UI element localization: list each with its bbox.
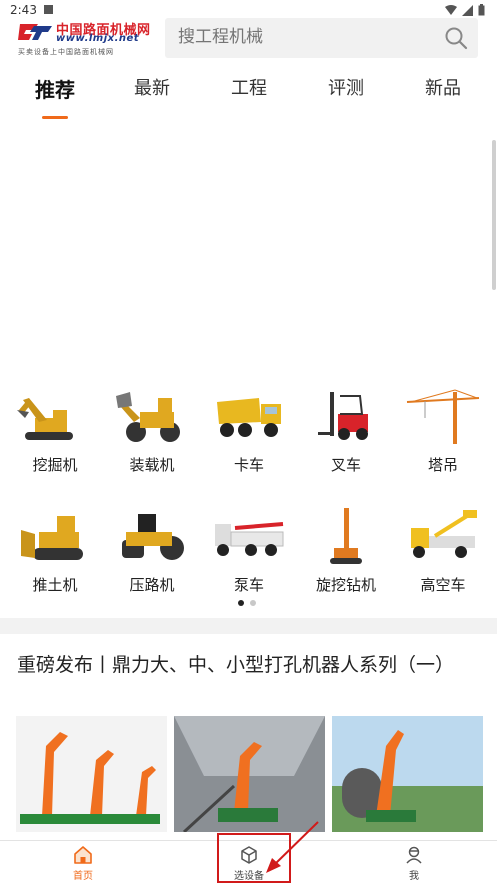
article-image-3[interactable]	[332, 716, 483, 832]
home-icon	[74, 846, 92, 864]
scrollbar[interactable]	[492, 140, 496, 290]
forklift-icon	[318, 392, 368, 440]
tab-latest[interactable]: 最新	[117, 74, 187, 100]
wifi-icon	[445, 4, 457, 15]
category-aerial-platform[interactable]: 高空车	[395, 508, 491, 595]
site-logo[interactable]: 中国路面机械网 www.lmjx.net 买卖设备上中国路面机械网	[18, 20, 158, 58]
active-tab-indicator	[42, 116, 68, 119]
category-label: 挖掘机	[32, 456, 78, 474]
category-label: 装载机	[129, 456, 175, 474]
search-bar[interactable]	[165, 18, 478, 58]
category-label: 塔吊	[427, 456, 458, 474]
annotation-highlight-box	[217, 833, 291, 883]
tab-new-products[interactable]: 新品	[408, 74, 478, 100]
article-title[interactable]: 重磅发布丨鼎力大、中、小型打孔机器人系列（一）	[17, 652, 487, 678]
tab-review[interactable]: 评测	[311, 74, 381, 100]
category-label: 推土机	[32, 576, 78, 594]
category-loader[interactable]: 装载机	[104, 388, 200, 475]
category-label: 卡车	[233, 456, 264, 474]
logo-mark-icon	[18, 24, 52, 40]
nav-label: 我	[409, 871, 419, 882]
road-roller-icon	[122, 514, 184, 560]
category-pump-truck[interactable]: 泵车	[201, 508, 297, 595]
status-bar: 2:43	[0, 0, 497, 20]
aerial-platform-icon	[411, 510, 477, 558]
category-label: 泵车	[233, 576, 264, 594]
search-icon[interactable]	[444, 26, 468, 50]
logo-url: www.lmjx.net	[56, 33, 140, 44]
pump-truck-icon	[215, 522, 284, 556]
category-truck[interactable]: 卡车	[201, 388, 297, 475]
category-label: 叉车	[330, 456, 361, 474]
user-icon	[406, 846, 422, 864]
category-label: 压路机	[129, 576, 175, 594]
tab-recommend[interactable]: 推荐	[20, 74, 90, 103]
category-rotary-drill[interactable]: 旋挖钻机	[298, 508, 394, 595]
category-road-roller[interactable]: 压路机	[104, 508, 200, 595]
category-tabs: 推荐 最新 工程 评测 新品	[0, 68, 497, 124]
status-icons	[445, 4, 485, 16]
logo-slogan: 买卖设备上中国路面机械网	[18, 48, 114, 56]
notification-icon	[44, 5, 53, 14]
tower-crane-icon	[406, 389, 480, 444]
nav-label: 首页	[73, 871, 93, 882]
search-input[interactable]	[178, 27, 428, 47]
section-divider	[0, 618, 497, 634]
category-tower-crane[interactable]: 塔吊	[395, 388, 491, 475]
nav-home[interactable]: 首页	[43, 845, 123, 882]
article-image-1[interactable]	[16, 716, 167, 832]
category-forklift[interactable]: 叉车	[298, 388, 394, 475]
battery-icon	[478, 4, 485, 16]
article-image-2[interactable]	[174, 716, 325, 832]
category-excavator[interactable]: 挖掘机	[7, 388, 103, 475]
tab-engineering[interactable]: 工程	[214, 74, 284, 100]
dump-truck-icon	[217, 398, 281, 437]
header: 中国路面机械网 www.lmjx.net 买卖设备上中国路面机械网	[0, 18, 497, 60]
rotary-drill-icon	[330, 508, 362, 564]
category-label: 旋挖钻机	[315, 576, 376, 594]
category-bulldozer[interactable]: 推土机	[7, 508, 103, 595]
status-time: 2:43	[10, 3, 37, 17]
nav-me[interactable]: 我	[374, 845, 454, 882]
signal-icon	[462, 4, 473, 16]
pager-dot[interactable]	[250, 600, 256, 606]
pager-dot-active[interactable]	[238, 600, 244, 606]
loader-icon	[116, 392, 180, 442]
bulldozer-icon	[21, 516, 83, 560]
excavator-icon	[17, 398, 73, 440]
category-pager	[238, 600, 256, 606]
banner-area[interactable]	[0, 124, 497, 380]
category-label: 高空车	[420, 576, 466, 594]
